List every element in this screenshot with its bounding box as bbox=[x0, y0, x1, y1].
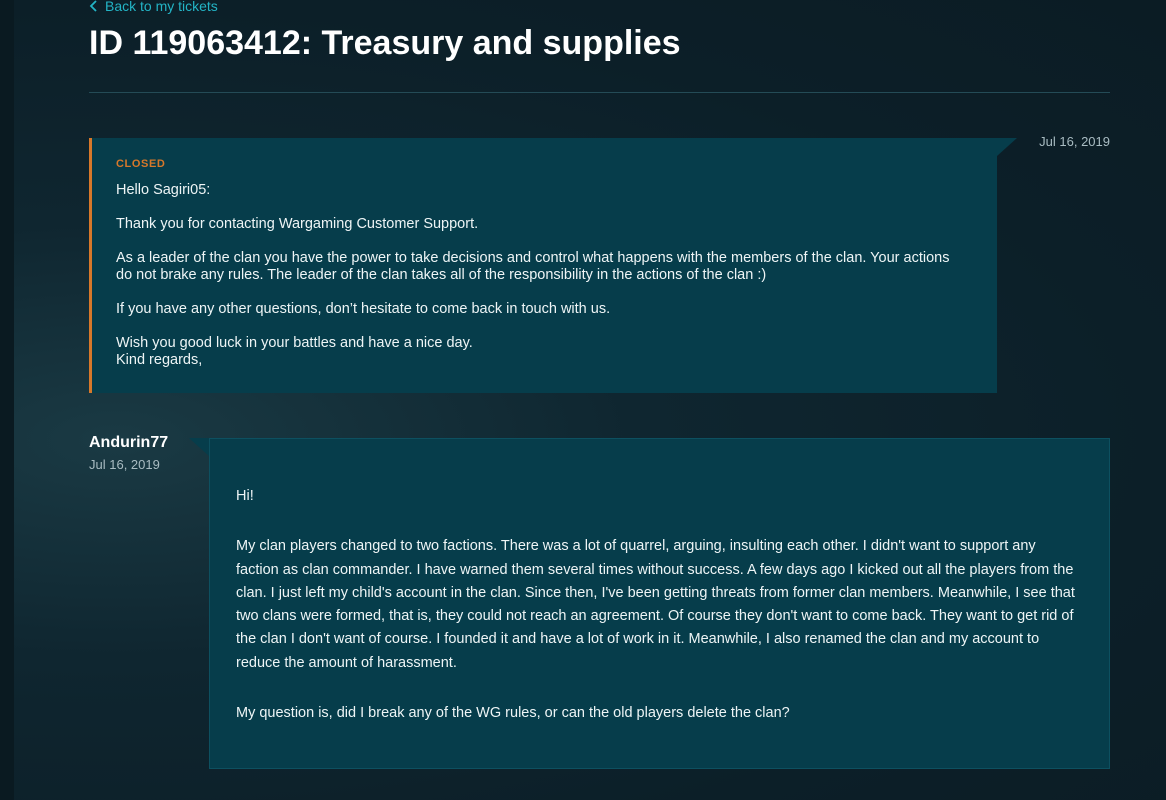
reply-paragraph: If you have any other questions, don’t h… bbox=[116, 301, 611, 317]
user-message-tail bbox=[189, 438, 209, 456]
reply-closing: Wish you good luck in your battles and h… bbox=[116, 335, 967, 369]
reply-paragraph: Thank you for contacting Wargaming Custo… bbox=[116, 216, 479, 232]
reply-paragraph: As a leader of the clan you have the pow… bbox=[116, 250, 950, 283]
left-edge-strip bbox=[0, 0, 14, 800]
support-reply-body: Hello Sagiri05: Thank you for contacting… bbox=[116, 182, 967, 369]
back-link-label: Back to my tickets bbox=[105, 0, 218, 14]
reply-paragraph: Hello Sagiri05: bbox=[116, 182, 211, 198]
status-badge: CLOSED bbox=[116, 158, 166, 170]
page-title: ID 119063412: Treasury and supplies bbox=[89, 24, 681, 62]
message-date: Jul 16, 2019 bbox=[89, 457, 160, 472]
chevron-left-icon bbox=[89, 0, 97, 12]
user-message-card: Hi! My clan players changed to two facti… bbox=[209, 438, 1110, 769]
user-message-body: Hi! My clan players changed to two facti… bbox=[236, 485, 1079, 725]
reply-closing-line: Kind regards, bbox=[116, 352, 203, 368]
message-paragraph: My clan players changed to two factions.… bbox=[236, 538, 1075, 671]
support-reply-card: CLOSED Hello Sagiri05: Thank you for con… bbox=[89, 138, 997, 393]
message-author: Andurin77 bbox=[89, 434, 169, 451]
message-paragraph: Hi! bbox=[236, 488, 254, 504]
support-reply-tail bbox=[997, 138, 1017, 156]
reply-closing-line: Wish you good luck in your battles and h… bbox=[116, 335, 473, 351]
support-reply-date: Jul 16, 2019 bbox=[1039, 134, 1110, 149]
message-paragraph: My question is, did I break any of the W… bbox=[236, 705, 790, 722]
back-to-tickets-link[interactable]: Back to my tickets bbox=[89, 0, 218, 14]
title-divider bbox=[89, 92, 1110, 93]
